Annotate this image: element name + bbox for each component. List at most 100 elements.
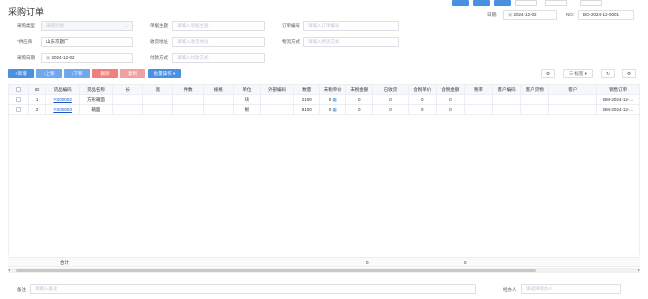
remark-input[interactable]: 请输入备注 — [30, 284, 476, 294]
refresh-icon[interactable]: ↻ — [601, 69, 615, 78]
cell-taxed-amount: 0 — [435, 94, 465, 105]
column-header: 销售订单 — [596, 84, 640, 95]
cell-received: 0 — [372, 94, 409, 105]
copy-button[interactable]: 复制 — [120, 69, 145, 78]
scroll-left-icon[interactable]: ◂ — [8, 267, 10, 272]
purchase-type-select[interactable]: 采购计划 ⌄ — [41, 21, 133, 31]
column-header: 单位 — [232, 84, 261, 95]
cell-sales-order: BM-2024-12-... — [596, 104, 640, 115]
top-button-6[interactable] — [580, 0, 602, 6]
table-header-row: ID 货品编码 货品名称 长 宽 件数 规格 单位 外部编码 数量 未税单价 未… — [8, 84, 640, 95]
items-table-wrapper: ID 货品编码 货品名称 长 宽 件数 规格 单位 外部编码 数量 未税单价 未… — [8, 84, 640, 268]
top-button-1[interactable] — [452, 0, 469, 6]
column-header: 已收货 — [372, 84, 409, 95]
column-header: ID — [27, 84, 47, 95]
column-settings-gear-icon[interactable]: ⚙ — [622, 69, 636, 78]
move-down-button[interactable]: ↓下移 — [64, 69, 90, 78]
column-header: 客户 — [548, 84, 598, 95]
order-no-label: 订单编号 — [282, 23, 300, 28]
cell-pieces — [172, 94, 204, 105]
column-header: 数量 — [293, 84, 321, 95]
cell-quantity: 8100 — [293, 104, 321, 115]
column-header: 宽 — [142, 84, 174, 95]
horizontal-scrollbar[interactable]: ◂ ▸ — [8, 267, 640, 273]
cell-untaxed-amount: 0 — [345, 94, 374, 105]
table-empty-area — [8, 115, 640, 255]
cell-pieces — [172, 104, 204, 115]
cell-tax-rate — [463, 104, 494, 115]
column-header: 外部编码 — [259, 84, 295, 95]
cell-taxed-amount: 0 — [435, 104, 465, 115]
row-checkbox[interactable] — [8, 104, 29, 115]
supplier-input[interactable]: 山东京题厂 — [41, 37, 133, 47]
table-row[interactable]: 2 YS00003 箱面 根 8100 0 ▦ 0 0 0 0 BM-2024-… — [8, 104, 640, 115]
no-label: NO: — [566, 12, 575, 17]
top-button-2[interactable] — [473, 0, 490, 6]
receive-addr-label: 收货地址 — [150, 39, 168, 44]
date-field[interactable]: ▣ 2024-12-02 — [503, 10, 557, 20]
cell-id: 2 — [27, 104, 47, 115]
logistics-input[interactable]: 请输入物流方式 — [303, 37, 399, 47]
select-all-checkbox[interactable] — [8, 84, 29, 95]
order-no-input[interactable]: 请输入订单编号 — [303, 21, 399, 31]
cell-width — [142, 104, 174, 115]
cell-received: 0 — [372, 104, 409, 115]
column-header: 未税金额 — [345, 84, 374, 95]
total-taxed: 0 — [464, 260, 467, 265]
label-filter-dropdown[interactable]: ☷ 标签 ▾ — [563, 69, 593, 78]
cell-tax-rate — [463, 94, 494, 105]
cell-customer — [548, 104, 598, 115]
column-header: 含税单价 — [407, 84, 437, 95]
receive-addr-input[interactable]: 请输入收货地址 — [172, 37, 265, 47]
edit-price-icon[interactable]: ▦ — [333, 97, 337, 102]
edit-price-icon[interactable]: ▦ — [333, 107, 337, 112]
column-header: 客户货物 — [520, 84, 550, 95]
top-button-4[interactable] — [515, 0, 537, 6]
scroll-right-icon[interactable]: ▸ — [638, 267, 640, 272]
delete-button[interactable]: 删除 — [92, 69, 118, 78]
handler-input[interactable]: 请选择经办人 — [521, 284, 621, 294]
total-untaxed: 0 — [366, 260, 369, 265]
top-button-5[interactable] — [545, 0, 567, 6]
order-subject-input[interactable]: 请输入单据主题 — [172, 21, 265, 31]
cell-untaxed-amount: 0 — [345, 104, 374, 115]
date-label: 日期: — [487, 12, 498, 17]
cell-untaxed-price: 0 ▦ — [319, 94, 347, 105]
no-field[interactable]: BO-2024-12-0001 — [578, 10, 634, 20]
settings-gear-icon[interactable]: ⚙ — [541, 69, 555, 78]
purchase-type-label: 采购类型 — [17, 23, 35, 28]
column-header: 货品名称 — [78, 84, 114, 95]
scrollbar-thumb[interactable] — [16, 269, 536, 272]
remark-label: 备注 — [17, 287, 26, 292]
cell-item-code[interactable]: YS00002 — [45, 94, 80, 105]
column-header: 货品编码 — [45, 84, 80, 95]
top-button-3[interactable] — [494, 0, 511, 6]
pay-method-label: 付款方式 — [150, 55, 168, 60]
pay-method-input[interactable]: 请输入付款方式 — [172, 53, 265, 63]
row-checkbox[interactable] — [8, 94, 29, 105]
column-header: 长 — [112, 84, 144, 95]
add-row-button[interactable]: +新增 — [8, 69, 34, 78]
cell-taxed-price: 0 — [407, 94, 437, 105]
cell-customer — [548, 94, 598, 105]
total-label: 合计 — [60, 260, 69, 265]
batch-operation-dropdown[interactable]: 批量操作 ▾ — [148, 69, 181, 78]
column-header: 含税金额 — [435, 84, 465, 95]
column-header: 未税单价 — [319, 84, 347, 95]
cell-item-code[interactable]: YS00003 — [45, 104, 80, 115]
purchase-date-input[interactable]: ▣ 2024-12-02 — [41, 53, 133, 63]
chevron-down-icon: ⌄ — [124, 23, 128, 28]
table-total-row: 合计 0 0 — [8, 257, 640, 267]
table-row[interactable]: 1 YS00002 方形箱面 块 2100 0 ▦ 0 0 0 0 BM-202… — [8, 94, 640, 105]
cell-quantity: 2100 — [293, 94, 321, 105]
cell-external-code — [259, 94, 295, 105]
cell-spec — [202, 94, 234, 105]
order-subject-label: 单据主题 — [150, 23, 168, 28]
column-header: 税率 — [463, 84, 494, 95]
handler-label: 经办人 — [503, 287, 517, 292]
move-up-button[interactable]: ↑上移 — [36, 69, 62, 78]
cell-spec — [202, 104, 234, 115]
cell-length — [112, 94, 144, 105]
cell-untaxed-price: 0 ▦ — [319, 104, 347, 115]
cell-item-name: 箱面 — [78, 104, 114, 115]
